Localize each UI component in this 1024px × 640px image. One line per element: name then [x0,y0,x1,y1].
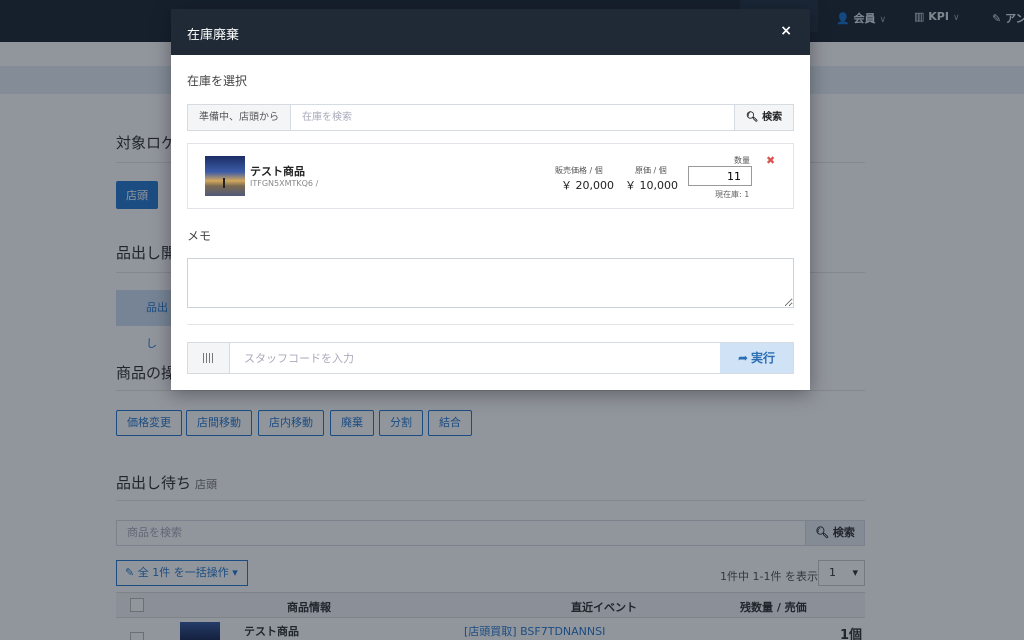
stock-search-group: 準備中、店頭から 🔍︎ 検索 [187,104,794,131]
stock-search-scope: 準備中、店頭から [188,105,291,130]
stock-search-button[interactable]: 🔍︎ 検索 [734,105,793,130]
modal-header: 在庫廃棄 × [171,9,810,55]
selected-item-row: テスト商品 ITFGN5XMTKQ6 / 販売価格 / 個 ￥ 20,000 原… [187,143,794,209]
barcode-icon [203,353,215,363]
select-stock-label: 在庫を選択 [187,74,248,88]
item-thumbnail [205,156,245,196]
sale-price-value: ￥ 20,000 [561,179,614,192]
modal-title: 在庫廃棄 [187,28,240,43]
sale-price-label: 販売価格 / 個 [555,166,603,175]
staff-code-input[interactable] [231,343,720,373]
item-name: テスト商品 [250,165,305,178]
barcode-addon [188,343,230,373]
execute-button-label: 実行 [751,351,776,365]
qty-input[interactable] [688,166,752,186]
memo-label: メモ [187,229,212,243]
stock-search-button-label: 検索 [762,112,783,123]
current-stock: 現在庫: 1 [715,190,750,199]
cost-label: 原価 / 個 [635,166,667,175]
share-arrow-icon: ➦ [737,351,749,365]
search-icon: 🔍︎ [745,112,759,123]
qty-label: 数量 [734,156,750,165]
close-icon[interactable]: × [780,23,792,39]
stock-search-input[interactable] [292,105,735,130]
dispose-stock-modal: 在庫廃棄 × 在庫を選択 準備中、店頭から 🔍︎ 検索 テスト商品 ITFGN5… [171,9,810,390]
remove-item-icon[interactable]: ✖ [766,154,775,167]
execute-button[interactable]: ➦ 実行 [720,343,793,373]
memo-textarea[interactable] [187,258,794,308]
staff-code-group: ➦実行 [187,342,794,374]
divider [187,324,794,325]
item-code: ITFGN5XMTKQ6 / [250,179,319,188]
cost-value: ￥ 10,000 [625,179,678,192]
